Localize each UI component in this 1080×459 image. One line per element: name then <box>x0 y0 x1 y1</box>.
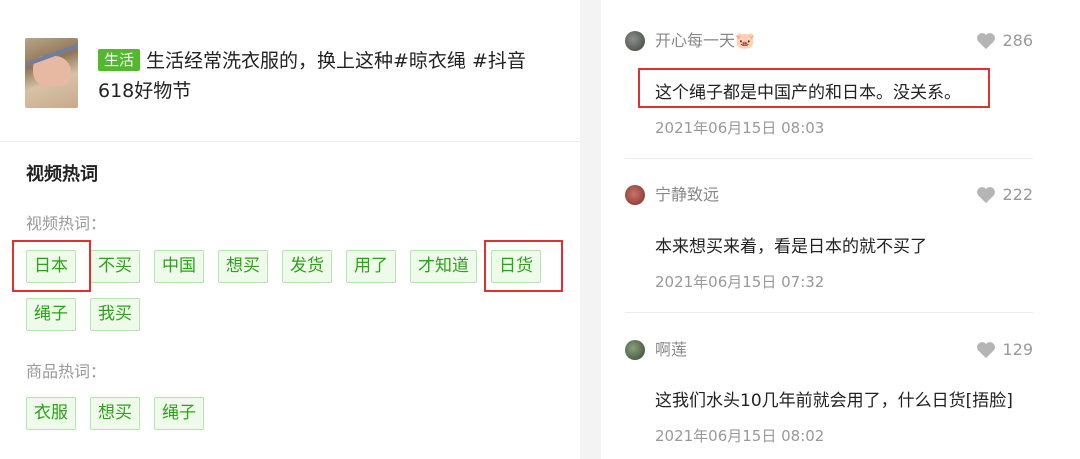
avatar[interactable] <box>625 185 645 205</box>
heart-icon <box>977 33 996 50</box>
comments-panel: 开心每一天🐷 286 这个绳子都是中国产的和日本。没关系。 2021年06月15… <box>601 0 1080 459</box>
like-count: 129 <box>1002 340 1033 359</box>
comment-text: 这我们水头10几年前就会用了，什么日货[捂脸] <box>655 391 1013 411</box>
hot-word-tag[interactable]: 日本 <box>26 250 76 283</box>
hot-word-tag[interactable]: 发货 <box>282 250 332 283</box>
hot-word-tag[interactable]: 我买 <box>90 298 140 331</box>
comment-item: 宁静致远 222 <box>625 182 1033 208</box>
comment-divider <box>625 158 1033 159</box>
comment-time: 2021年06月15日 08:03 <box>655 119 825 137</box>
hot-word-tag[interactable]: 想买 <box>218 250 268 283</box>
like-button[interactable]: 129 <box>976 337 1033 363</box>
hot-word-tag[interactable]: 日货 <box>491 250 541 283</box>
comment-time: 2021年06月15日 08:02 <box>655 427 825 445</box>
like-button[interactable]: 222 <box>976 182 1033 208</box>
comment-username[interactable]: 开心每一天🐷 <box>655 28 755 54</box>
hot-word-tag[interactable]: 不买 <box>90 250 140 283</box>
heart-icon <box>977 342 996 359</box>
comment-text: 这个绳子都是中国产的和日本。没关系。 <box>655 83 961 103</box>
avatar[interactable] <box>625 340 645 360</box>
comment-username[interactable]: 宁静致远 <box>655 182 719 208</box>
like-count: 222 <box>1002 185 1033 204</box>
comment-divider <box>625 312 1033 313</box>
heart-icon <box>977 187 996 204</box>
comment-item: 啊莲 129 <box>625 337 1033 363</box>
like-button[interactable]: 286 <box>976 28 1033 54</box>
avatar[interactable] <box>625 31 645 51</box>
product-hot-words-row: 衣服 想买 绳子 <box>26 397 204 430</box>
video-hot-words-row-2: 绳子 我买 <box>26 298 140 331</box>
hot-word-tag[interactable]: 用了 <box>346 250 396 283</box>
hot-word-tag[interactable]: 才知道 <box>410 250 477 283</box>
product-word-tag[interactable]: 衣服 <box>26 397 76 430</box>
category-tag: 生活 <box>98 49 141 71</box>
video-title-line2: 618好物节 <box>98 80 192 102</box>
comment-item: 开心每一天🐷 286 <box>625 28 1033 54</box>
like-count: 286 <box>1002 31 1033 50</box>
video-card[interactable]: 生活 生活经常洗衣服的，换上这种#晾衣绳 #抖音 618好物节 <box>0 0 580 142</box>
comment-username[interactable]: 啊莲 <box>655 337 687 363</box>
comment-time: 2021年06月15日 07:32 <box>655 273 825 291</box>
video-thumbnail[interactable] <box>25 38 78 108</box>
panel-separator <box>580 0 601 459</box>
hot-word-tag[interactable]: 中国 <box>154 250 204 283</box>
product-word-tag[interactable]: 绳子 <box>154 397 204 430</box>
video-title-line1: 生活经常洗衣服的，换上这种#晾衣绳 #抖音 <box>146 50 526 72</box>
product-word-tag[interactable]: 想买 <box>90 397 140 430</box>
comment-header: 啊莲 129 <box>625 337 1033 363</box>
hot-words-title: 视频热词 <box>26 164 98 185</box>
comment-header: 宁静致远 222 <box>625 182 1033 208</box>
left-panel: 生活 生活经常洗衣服的，换上这种#晾衣绳 #抖音 618好物节 视频热词 视频热词… <box>0 0 580 459</box>
comment-header: 开心每一天🐷 286 <box>625 28 1033 54</box>
video-hot-words-label: 视频热词： <box>26 214 107 233</box>
video-hot-words-row-1: 日本 不买 中国 想买 发货 用了 才知道 日货 <box>26 250 541 283</box>
hot-word-tag[interactable]: 绳子 <box>26 298 76 331</box>
video-title[interactable]: 生活 生活经常洗衣服的，换上这种#晾衣绳 #抖音 618好物节 <box>98 46 568 106</box>
comment-text: 本来想买来着，看是日本的就不买了 <box>655 237 927 257</box>
product-hot-words-label: 商品热词： <box>26 362 107 381</box>
